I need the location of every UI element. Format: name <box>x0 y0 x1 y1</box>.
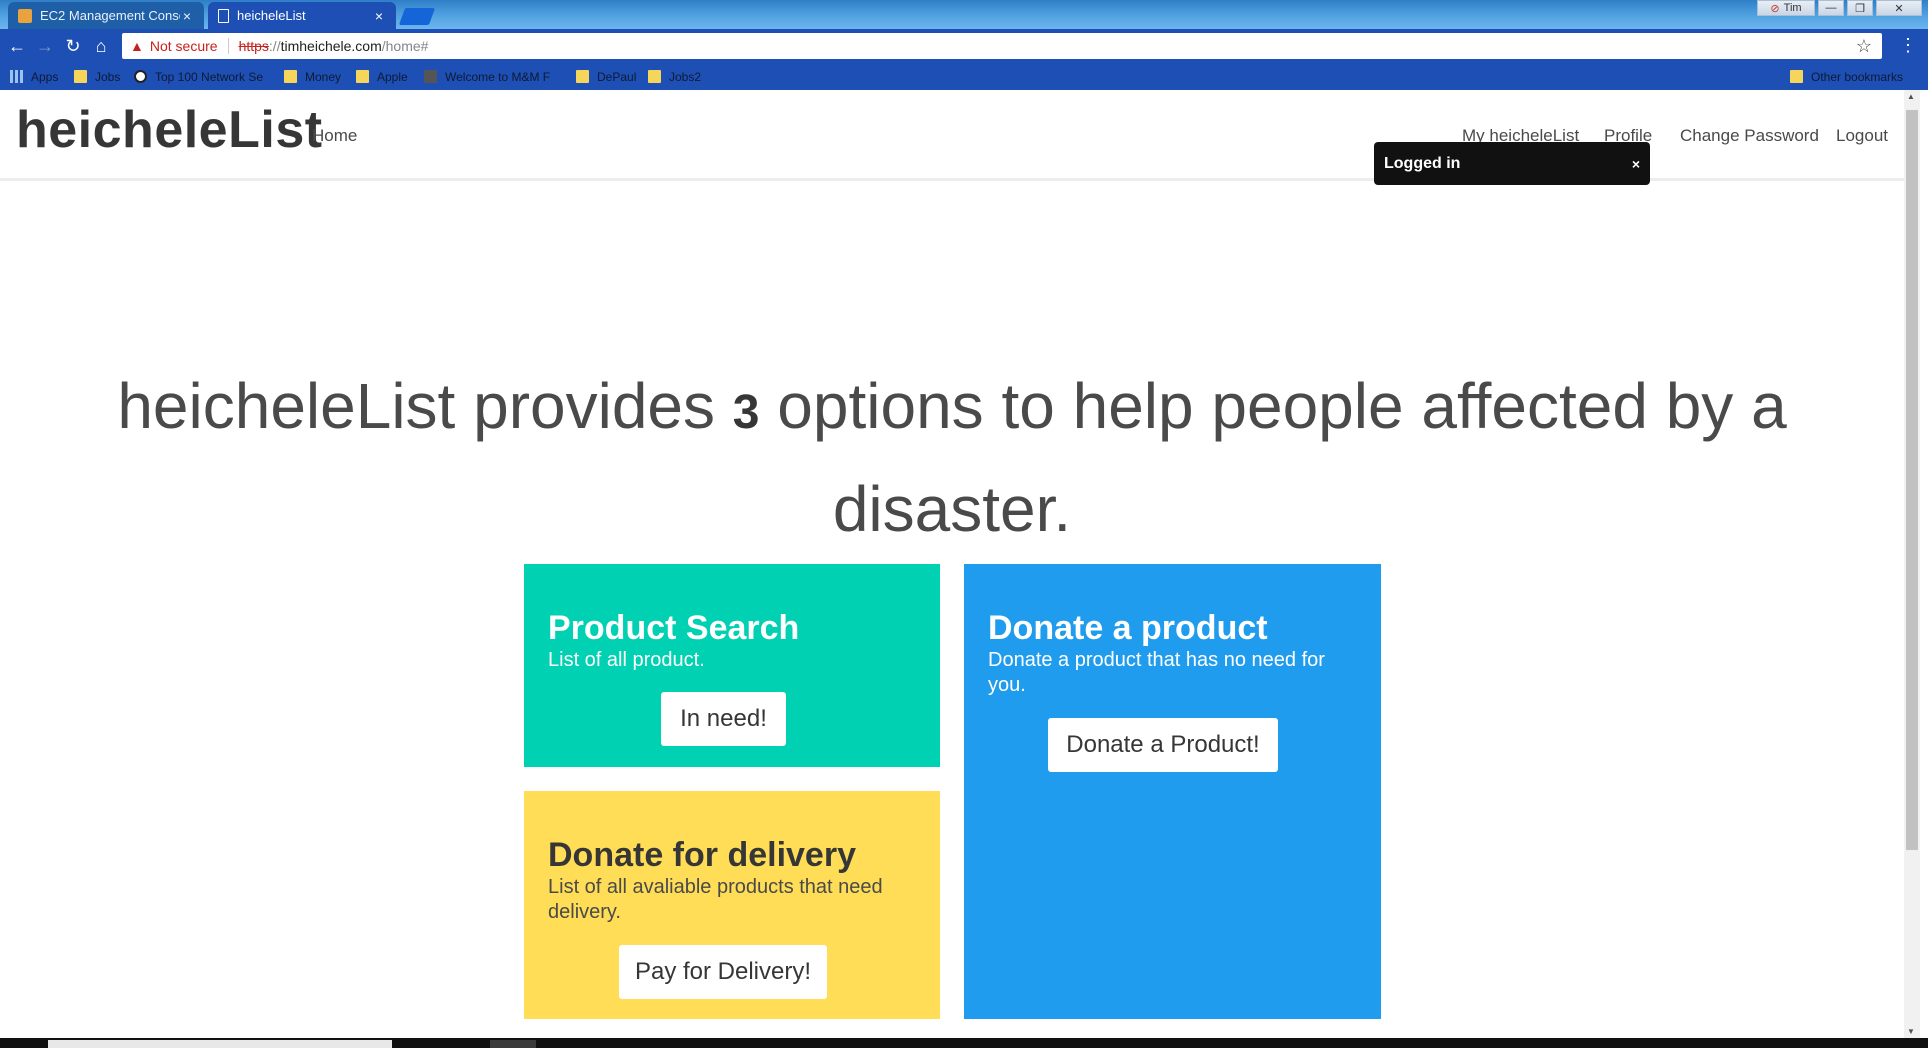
apps-grid-icon <box>10 70 23 83</box>
scrollbar-thumb[interactable] <box>1906 110 1918 850</box>
donate-product-button[interactable]: Donate a Product! <box>1048 718 1278 772</box>
folder-icon <box>648 70 661 83</box>
taskbar-search-box[interactable] <box>48 1040 392 1048</box>
warning-icon: ▲ <box>130 38 144 54</box>
site-logo[interactable]: heicheleList <box>16 100 323 160</box>
scroll-down-arrow-icon[interactable]: ▼ <box>1907 1027 1915 1036</box>
forward-icon[interactable]: → <box>34 35 56 57</box>
nav-logout[interactable]: Logout <box>1836 126 1888 146</box>
browser-tab-strip: EC2 Management Conso × heicheleList × ⊘ T… <box>0 0 1928 29</box>
bookmark-label: Jobs <box>95 69 121 84</box>
hero-headline: heicheleList provides 3 options to help … <box>0 358 1904 557</box>
tile-title: Product Search <box>548 609 800 647</box>
bookmark-depaul[interactable]: DePaul <box>576 67 642 86</box>
tab-close-icon[interactable]: × <box>372 8 386 24</box>
back-icon[interactable]: ← <box>6 35 28 57</box>
window-close-button[interactable]: ✕ <box>1876 0 1922 16</box>
nav-home[interactable]: Home <box>312 126 357 146</box>
browser-toolbar: ← → ↻ ⌂ ▲ Not secure https://timheichele… <box>0 29 1928 63</box>
folder-icon <box>576 70 589 83</box>
pay-for-delivery-button[interactable]: Pay for Delivery! <box>619 945 827 999</box>
folder-icon <box>1790 70 1803 83</box>
folder-icon <box>284 70 297 83</box>
page-document-icon <box>218 8 229 23</box>
url-separator: :// <box>268 38 281 54</box>
scroll-up-arrow-icon[interactable]: ▲ <box>1907 92 1915 101</box>
bookmark-jobs[interactable]: Jobs <box>74 67 130 86</box>
tile-donate-product: Donate a product Donate a product that h… <box>964 564 1381 1019</box>
bookmark-other[interactable]: Other bookmarks <box>1790 67 1910 86</box>
bookmark-welcome-mm[interactable]: Welcome to M&M F <box>424 67 558 86</box>
bookmark-label: DePaul <box>597 69 637 84</box>
page-scrollbar[interactable]: ▲ ▼ <box>1904 90 1920 1038</box>
headline-text-start: heicheleList provides <box>117 370 733 442</box>
in-need-button[interactable]: In need! <box>661 692 786 746</box>
toast-notification: Logged in × <box>1374 142 1650 185</box>
url-host: timheichele.com <box>280 38 382 54</box>
minimize-button[interactable]: — <box>1818 0 1844 16</box>
tile-subtitle: List of all product. <box>548 649 705 671</box>
window-controls: ⊘ Tim — ❐ ✕ <box>1757 0 1922 18</box>
tab-heichelelist[interactable]: heicheleList × <box>208 2 396 29</box>
browser-menu-icon[interactable]: ⋮ <box>1898 35 1918 57</box>
tile-subtitle: List of all avaliable products that need… <box>548 876 883 923</box>
bookmark-apple[interactable]: Apple <box>356 67 416 86</box>
tile-title: Donate a product <box>988 609 1268 647</box>
bookmark-apps[interactable]: Apps <box>10 67 66 86</box>
eye-icon <box>134 70 147 83</box>
profile-icon: ⊘ <box>1770 2 1780 15</box>
security-indicator[interactable]: Not secure <box>150 38 218 54</box>
tab-close-icon[interactable]: × <box>180 8 194 24</box>
site-icon <box>424 70 437 83</box>
aws-box-icon <box>18 8 32 23</box>
home-icon[interactable]: ⌂ <box>90 35 112 57</box>
maximize-button[interactable]: ❐ <box>1847 0 1873 16</box>
taskbar-app-button[interactable] <box>490 1040 536 1048</box>
folder-icon <box>356 70 369 83</box>
bookmarks-bar: Apps Jobs Top 100 Network Se Money Apple… <box>0 63 1928 90</box>
bookmark-label: Apple <box>377 69 408 84</box>
bookmark-money[interactable]: Money <box>284 67 350 86</box>
headline-text-end: options to help people affected by a dis… <box>759 370 1787 545</box>
address-bar[interactable]: ▲ Not secure https://timheichele.com/hom… <box>122 33 1882 59</box>
tab-title: EC2 Management Conso <box>40 8 180 23</box>
bookmark-jobs2[interactable]: Jobs2 <box>648 67 714 86</box>
profile-button[interactable]: ⊘ Tim <box>1757 0 1815 16</box>
bookmark-label: Jobs2 <box>669 69 702 84</box>
tile-donate-delivery: Donate for delivery List of all avaliabl… <box>524 791 940 1019</box>
headline-highlight: 3 <box>732 386 760 439</box>
page-viewport: heicheleList Home My heicheleList Profil… <box>0 90 1904 1038</box>
divider <box>227 38 229 54</box>
nav-change-password[interactable]: Change Password <box>1680 126 1819 146</box>
new-tab-button[interactable] <box>398 8 436 25</box>
profile-name: Tim <box>1783 2 1802 14</box>
tile-title: Donate for delivery <box>548 836 856 874</box>
tab-ec2-management-console[interactable]: EC2 Management Conso × <box>8 2 204 29</box>
toast-message: Logged in <box>1384 154 1461 172</box>
reload-icon[interactable]: ↻ <box>62 35 84 57</box>
tab-title: heicheleList <box>237 8 306 23</box>
bookmark-top-100-network[interactable]: Top 100 Network Se <box>134 67 268 86</box>
bookmark-label: Top 100 Network Se <box>155 69 264 84</box>
url-scheme: https <box>238 38 269 54</box>
bookmark-label: Apps <box>31 69 59 84</box>
bookmark-star-icon[interactable]: ☆ <box>1856 36 1872 57</box>
os-taskbar <box>0 1038 1928 1048</box>
folder-icon <box>74 70 87 83</box>
toast-close-icon[interactable]: × <box>1632 156 1640 172</box>
bookmark-label: Money <box>305 69 342 84</box>
tile-product-search: Product Search List of all product. In n… <box>524 564 940 767</box>
bookmark-label: Other bookmarks <box>1811 69 1904 84</box>
bookmark-label: Welcome to M&M F <box>445 69 551 84</box>
tile-subtitle: Donate a product that has no need for yo… <box>988 649 1325 696</box>
url-path: /home# <box>381 38 429 54</box>
